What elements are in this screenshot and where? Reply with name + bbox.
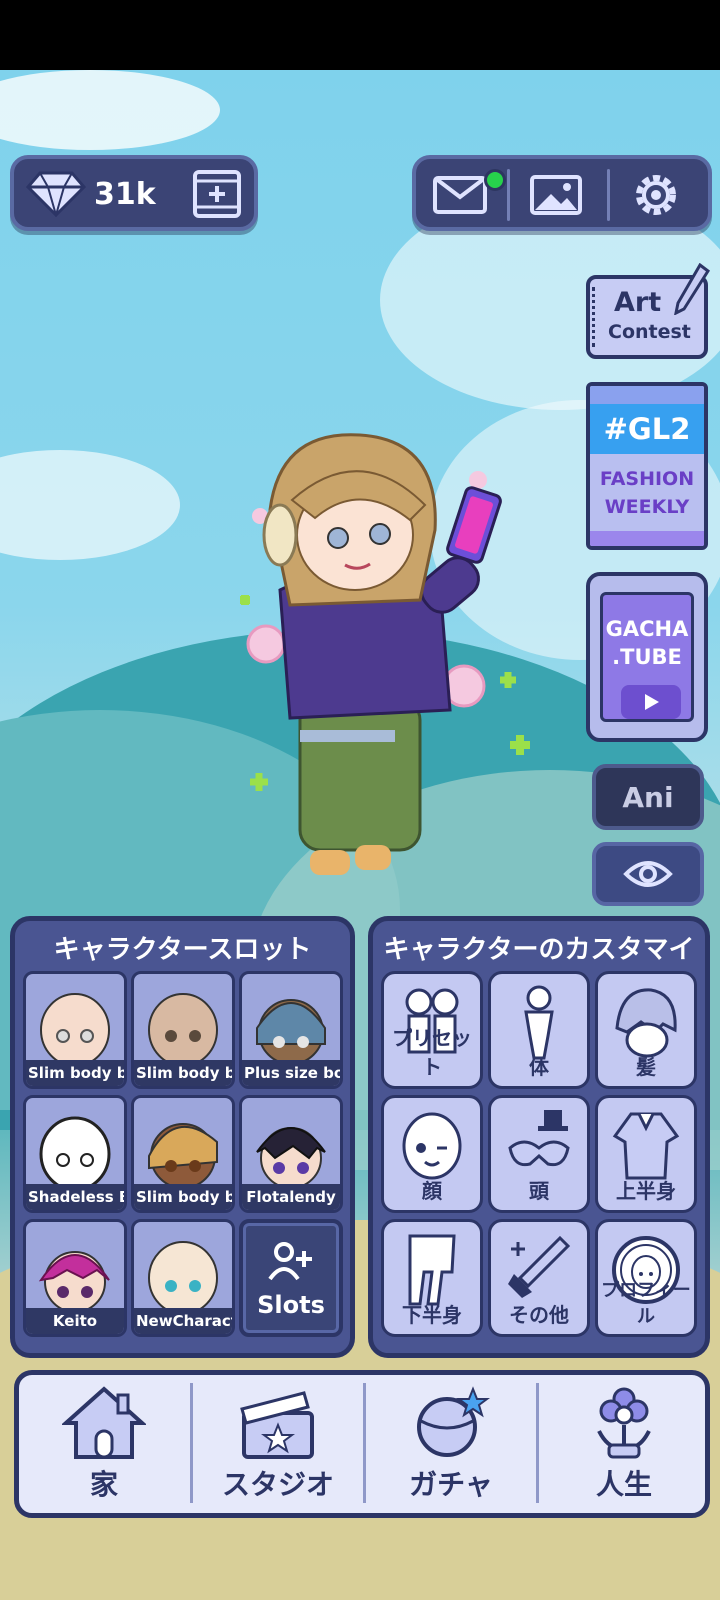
character-slots-panel: キャラクタースロット Slim body bas Slim body bas P… bbox=[10, 916, 355, 1358]
upper-body-label: 上半身 bbox=[616, 1179, 676, 1203]
gacha-tube-label-1: GACHA bbox=[605, 617, 689, 641]
slot-name: Slim body bas bbox=[134, 1184, 232, 1210]
add-slots-button[interactable]: Slots bbox=[239, 1219, 343, 1337]
character-slot[interactable]: Plus size body bbox=[239, 971, 343, 1089]
hide-ui-button[interactable] bbox=[592, 842, 704, 906]
currency-bar: 31k bbox=[10, 155, 258, 231]
lower-body-label: 下半身 bbox=[402, 1303, 462, 1327]
other-label: その他 bbox=[509, 1303, 569, 1327]
bottom-navigation: 家 スタジオ ガチャ 人生 bbox=[14, 1370, 710, 1518]
status-bar bbox=[0, 0, 720, 70]
slot-name: Flotalendy bbox=[242, 1184, 340, 1210]
top-right-toolbar bbox=[412, 155, 712, 231]
face-label: 顔 bbox=[422, 1179, 442, 1203]
eye-icon bbox=[623, 858, 673, 890]
upper-body-button[interactable]: 上半身 bbox=[595, 1095, 697, 1213]
slot-name: Shadeless Bas bbox=[26, 1184, 124, 1210]
separator bbox=[507, 169, 510, 221]
cloud bbox=[0, 450, 180, 560]
other-button[interactable]: その他 bbox=[488, 1219, 590, 1337]
character-slot[interactable]: Keito bbox=[23, 1219, 127, 1337]
image-icon bbox=[529, 174, 583, 216]
notebook-rings bbox=[592, 287, 600, 347]
nav-home[interactable]: 家 bbox=[19, 1375, 189, 1513]
weekly-label: WEEKLY bbox=[604, 496, 690, 518]
face-button[interactable]: 顔 bbox=[381, 1095, 483, 1213]
play-icon bbox=[621, 685, 681, 719]
character-slot[interactable]: Shadeless Bas bbox=[23, 1095, 127, 1213]
card-footer bbox=[590, 531, 704, 546]
life-icon bbox=[589, 1385, 659, 1465]
character-slot[interactable]: NewCharacter bbox=[131, 1219, 235, 1337]
slots-label: Slots bbox=[257, 1291, 325, 1319]
cloud bbox=[0, 70, 220, 150]
pencil-icon bbox=[674, 263, 710, 315]
add-user-icon bbox=[268, 1241, 314, 1285]
lower-body-button[interactable]: 下半身 bbox=[381, 1219, 483, 1337]
slot-name: Slim body bas bbox=[26, 1060, 124, 1086]
gacha-tube-button[interactable]: GACHA .TUBE bbox=[586, 572, 708, 742]
nav-gacha[interactable]: ガチャ bbox=[366, 1375, 536, 1513]
card-header bbox=[590, 386, 704, 404]
head-label: 頭 bbox=[529, 1179, 549, 1203]
hair-button[interactable]: 髪 bbox=[595, 971, 697, 1089]
gear-icon bbox=[630, 169, 682, 221]
gacha-icon bbox=[409, 1385, 493, 1465]
character-avatar[interactable] bbox=[220, 400, 550, 910]
settings-button[interactable] bbox=[616, 167, 696, 223]
mail-button[interactable] bbox=[420, 167, 506, 223]
art-contest-label-2: Contest bbox=[608, 321, 691, 343]
fashion-label: FASHION bbox=[599, 468, 695, 490]
fashion-weekly-button[interactable]: #GL2 FASHION WEEKLY bbox=[586, 382, 708, 550]
notification-dot bbox=[484, 169, 506, 191]
slot-name: Slim body bas bbox=[134, 1060, 232, 1086]
customization-panel: キャラクターのカスタマイズ プリセット 体 髪 顔 頭 上半身 bbox=[368, 916, 710, 1358]
hair-label: 髪 bbox=[636, 1055, 656, 1079]
gallery-button[interactable] bbox=[516, 167, 596, 223]
character-slot[interactable]: Slim body bas bbox=[23, 971, 127, 1089]
separator bbox=[607, 169, 610, 221]
panel-title: キャラクタースロット bbox=[53, 935, 312, 965]
nav-gacha-label: ガチャ bbox=[409, 1468, 493, 1501]
studio-icon bbox=[238, 1385, 318, 1465]
tube-screen: GACHA .TUBE bbox=[600, 592, 694, 722]
slot-name: NewCharacter bbox=[134, 1308, 232, 1334]
slot-name: Keito bbox=[26, 1308, 124, 1334]
home-icon bbox=[60, 1385, 148, 1465]
character-slot[interactable]: Flotalendy bbox=[239, 1095, 343, 1213]
nav-studio[interactable]: スタジオ bbox=[193, 1375, 363, 1513]
nav-life-label: 人生 bbox=[595, 1468, 652, 1501]
profile-label: プロフィール bbox=[601, 1280, 691, 1327]
character-slot[interactable]: Slim body bas bbox=[131, 971, 235, 1089]
gacha-tube-label-2: .TUBE bbox=[612, 645, 682, 669]
gl2-tag: #GL2 bbox=[603, 412, 691, 446]
diamond-icon bbox=[26, 169, 86, 217]
preset-button[interactable]: プリセット bbox=[381, 971, 483, 1089]
art-contest-button[interactable]: Art Contest bbox=[586, 263, 710, 359]
art-contest-label-1: Art bbox=[614, 287, 662, 318]
character-slot[interactable]: Slim body bas bbox=[131, 1095, 235, 1213]
body-button[interactable]: 体 bbox=[488, 971, 590, 1089]
mail-icon bbox=[432, 175, 488, 215]
nav-studio-label: スタジオ bbox=[221, 1468, 334, 1501]
add-currency-video-button[interactable] bbox=[192, 169, 242, 219]
preset-label: プリセット bbox=[392, 1026, 472, 1079]
diamond-count: 31k bbox=[94, 177, 156, 212]
nav-home-label: 家 bbox=[89, 1468, 118, 1501]
slot-name: Plus size body bbox=[242, 1060, 340, 1086]
head-button[interactable]: 頭 bbox=[488, 1095, 590, 1213]
animation-button[interactable]: Ani bbox=[592, 764, 704, 830]
body-label: 体 bbox=[529, 1055, 549, 1079]
nav-life[interactable]: 人生 bbox=[539, 1375, 709, 1513]
profile-button[interactable]: プロフィール bbox=[595, 1219, 697, 1337]
